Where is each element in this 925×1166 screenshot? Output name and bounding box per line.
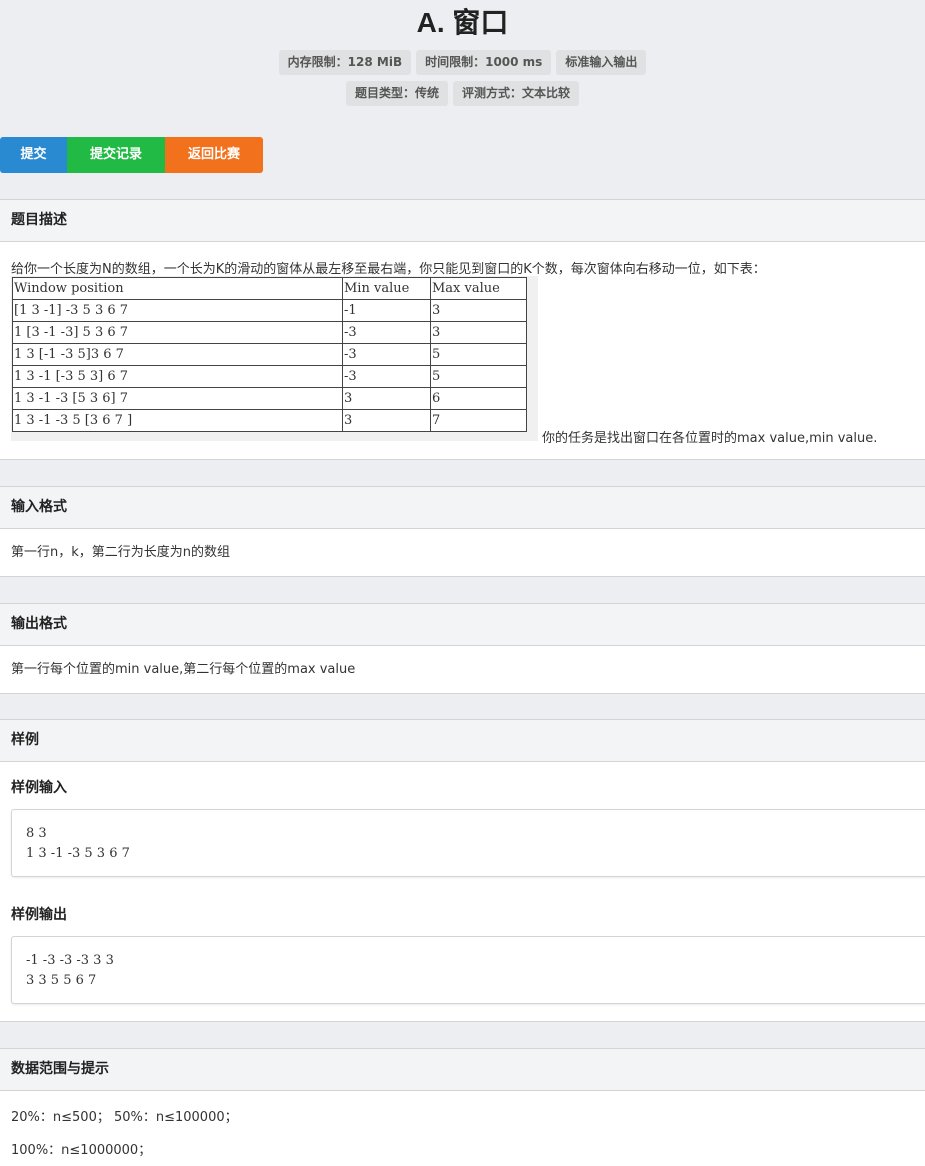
output-format-body: 第一行每个位置的min value,第二行每个位置的max value xyxy=(0,646,925,694)
table-header-cell: Max value xyxy=(430,277,527,300)
code-line: -1 -3 -3 -3 3 3 xyxy=(26,953,114,968)
sample-output-label: 样例输出 xyxy=(11,907,67,923)
judge-method-badge: 评测方式：文本比较 xyxy=(453,81,580,106)
table-row: 1 3 -1 [-3 5 3] 6 7 -3 5 xyxy=(12,365,527,388)
time-limit-badge: 时间限制：1000 ms xyxy=(416,50,552,75)
table-cell: 6 xyxy=(430,387,527,410)
sample-input-label: 样例输入 xyxy=(11,780,67,796)
samples-body: 样例输入 8 3 1 3 -1 -3 5 3 6 7 样例输出 -1 -3 -3 … xyxy=(0,762,925,1022)
input-format-body: 第一行n，k，第二行为长度为n的数组 xyxy=(0,529,925,577)
table-cell: 3 xyxy=(430,321,527,344)
table-cell: -1 xyxy=(342,299,431,322)
constraints-line: 100%：n≤1000000； xyxy=(11,1143,152,1158)
description-task: 你的任务是找出窗口在各位置时的max value,min value. xyxy=(542,431,878,446)
description-heading: 题目描述 xyxy=(0,199,925,242)
table-row: [1 3 -1] -3 5 3 6 7 -1 3 xyxy=(12,299,527,322)
table-cell: 3 xyxy=(430,299,527,322)
table-cell: 3 xyxy=(342,387,431,410)
table-row: 1 3 -1 -3 [5 3 6] 7 3 6 xyxy=(12,387,527,410)
table-cell: 1 3 [-1 -3 5]3 6 7 xyxy=(12,343,343,366)
action-buttons: 提交 提交记录 返回比赛 xyxy=(0,137,263,173)
table-cell: 5 xyxy=(430,365,527,388)
input-format-heading: 输入格式 xyxy=(0,486,925,529)
back-to-contest-button[interactable]: 返回比赛 xyxy=(165,137,263,173)
table-cell: -3 xyxy=(342,365,431,388)
window-table-frame: Window position Min value Max value [1 3… xyxy=(11,276,538,441)
constraints-line: 20%：n≤500； 50%：n≤100000； xyxy=(11,1110,238,1125)
table-cell: -3 xyxy=(342,343,431,366)
table-header-row: Window position Min value Max value xyxy=(12,277,527,300)
table-cell: 7 xyxy=(430,409,527,432)
table-cell: 1 3 -1 -3 5 [3 6 7 ] xyxy=(12,409,343,432)
input-format-text: 第一行n，k，第二行为长度为n的数组 xyxy=(11,545,231,560)
code-line: 8 3 xyxy=(26,826,47,841)
io-mode-badge: 标准输入输出 xyxy=(556,50,647,75)
table-row: 1 [3 -1 -3] 5 3 6 7 -3 3 xyxy=(12,321,527,344)
problem-header: A. 窗口 内存限制：128 MiB 时间限制：1000 ms 标准输入输出 题… xyxy=(0,0,925,106)
output-format-text: 第一行每个位置的min value,第二行每个位置的max value xyxy=(11,662,356,677)
sample-input-code[interactable]: 8 3 1 3 -1 -3 5 3 6 7 xyxy=(11,809,925,877)
constraints-heading: 数据范围与提示 xyxy=(0,1048,925,1091)
code-line: 1 3 -1 -3 5 3 6 7 xyxy=(26,846,130,861)
code-line: 3 3 5 5 6 7 xyxy=(26,973,97,988)
table-cell: [1 3 -1] -3 5 3 6 7 xyxy=(12,299,343,322)
constraints-body: 20%：n≤500； 50%：n≤100000； 100%：n≤1000000； xyxy=(0,1091,925,1166)
table-cell: 1 [3 -1 -3] 5 3 6 7 xyxy=(12,321,343,344)
table-cell: 5 xyxy=(430,343,527,366)
window-table: Window position Min value Max value [1 3… xyxy=(12,277,527,432)
problem-type-badge: 题目类型：传统 xyxy=(345,81,448,106)
table-cell: 1 3 -1 -3 [5 3 6] 7 xyxy=(12,387,343,410)
table-cell: 1 3 -1 [-3 5 3] 6 7 xyxy=(12,365,343,388)
output-format-heading: 输出格式 xyxy=(0,603,925,646)
sample-output-code[interactable]: -1 -3 -3 -3 3 3 3 3 5 5 6 7 xyxy=(11,936,925,1004)
problem-title: A. 窗口 xyxy=(416,7,509,38)
table-row: 1 3 -1 -3 5 [3 6 7 ] 3 7 xyxy=(12,409,527,432)
table-cell: 3 xyxy=(342,409,431,432)
memory-limit-badge: 内存限制：128 MiB xyxy=(278,50,412,75)
description-intro: 给你一个长度为N的数组，一个长为K的滑动的窗体从最左移至最右端，你只能见到窗口的… xyxy=(11,262,766,277)
submit-button[interactable]: 提交 xyxy=(0,137,67,173)
table-row: 1 3 [-1 -3 5]3 6 7 -3 5 xyxy=(12,343,527,366)
samples-heading: 样例 xyxy=(0,719,925,762)
type-badge-row: 题目类型：传统 评测方式：文本比较 xyxy=(0,81,925,106)
submission-records-button[interactable]: 提交记录 xyxy=(67,137,165,173)
table-cell: -3 xyxy=(342,321,431,344)
table-header-cell: Window position xyxy=(12,277,343,300)
table-header-cell: Min value xyxy=(342,277,431,300)
description-body: 给你一个长度为N的数组，一个长为K的滑动的窗体从最左移至最右端，你只能见到窗口的… xyxy=(0,242,925,460)
limits-badge-row: 内存限制：128 MiB 时间限制：1000 ms 标准输入输出 xyxy=(0,50,925,75)
